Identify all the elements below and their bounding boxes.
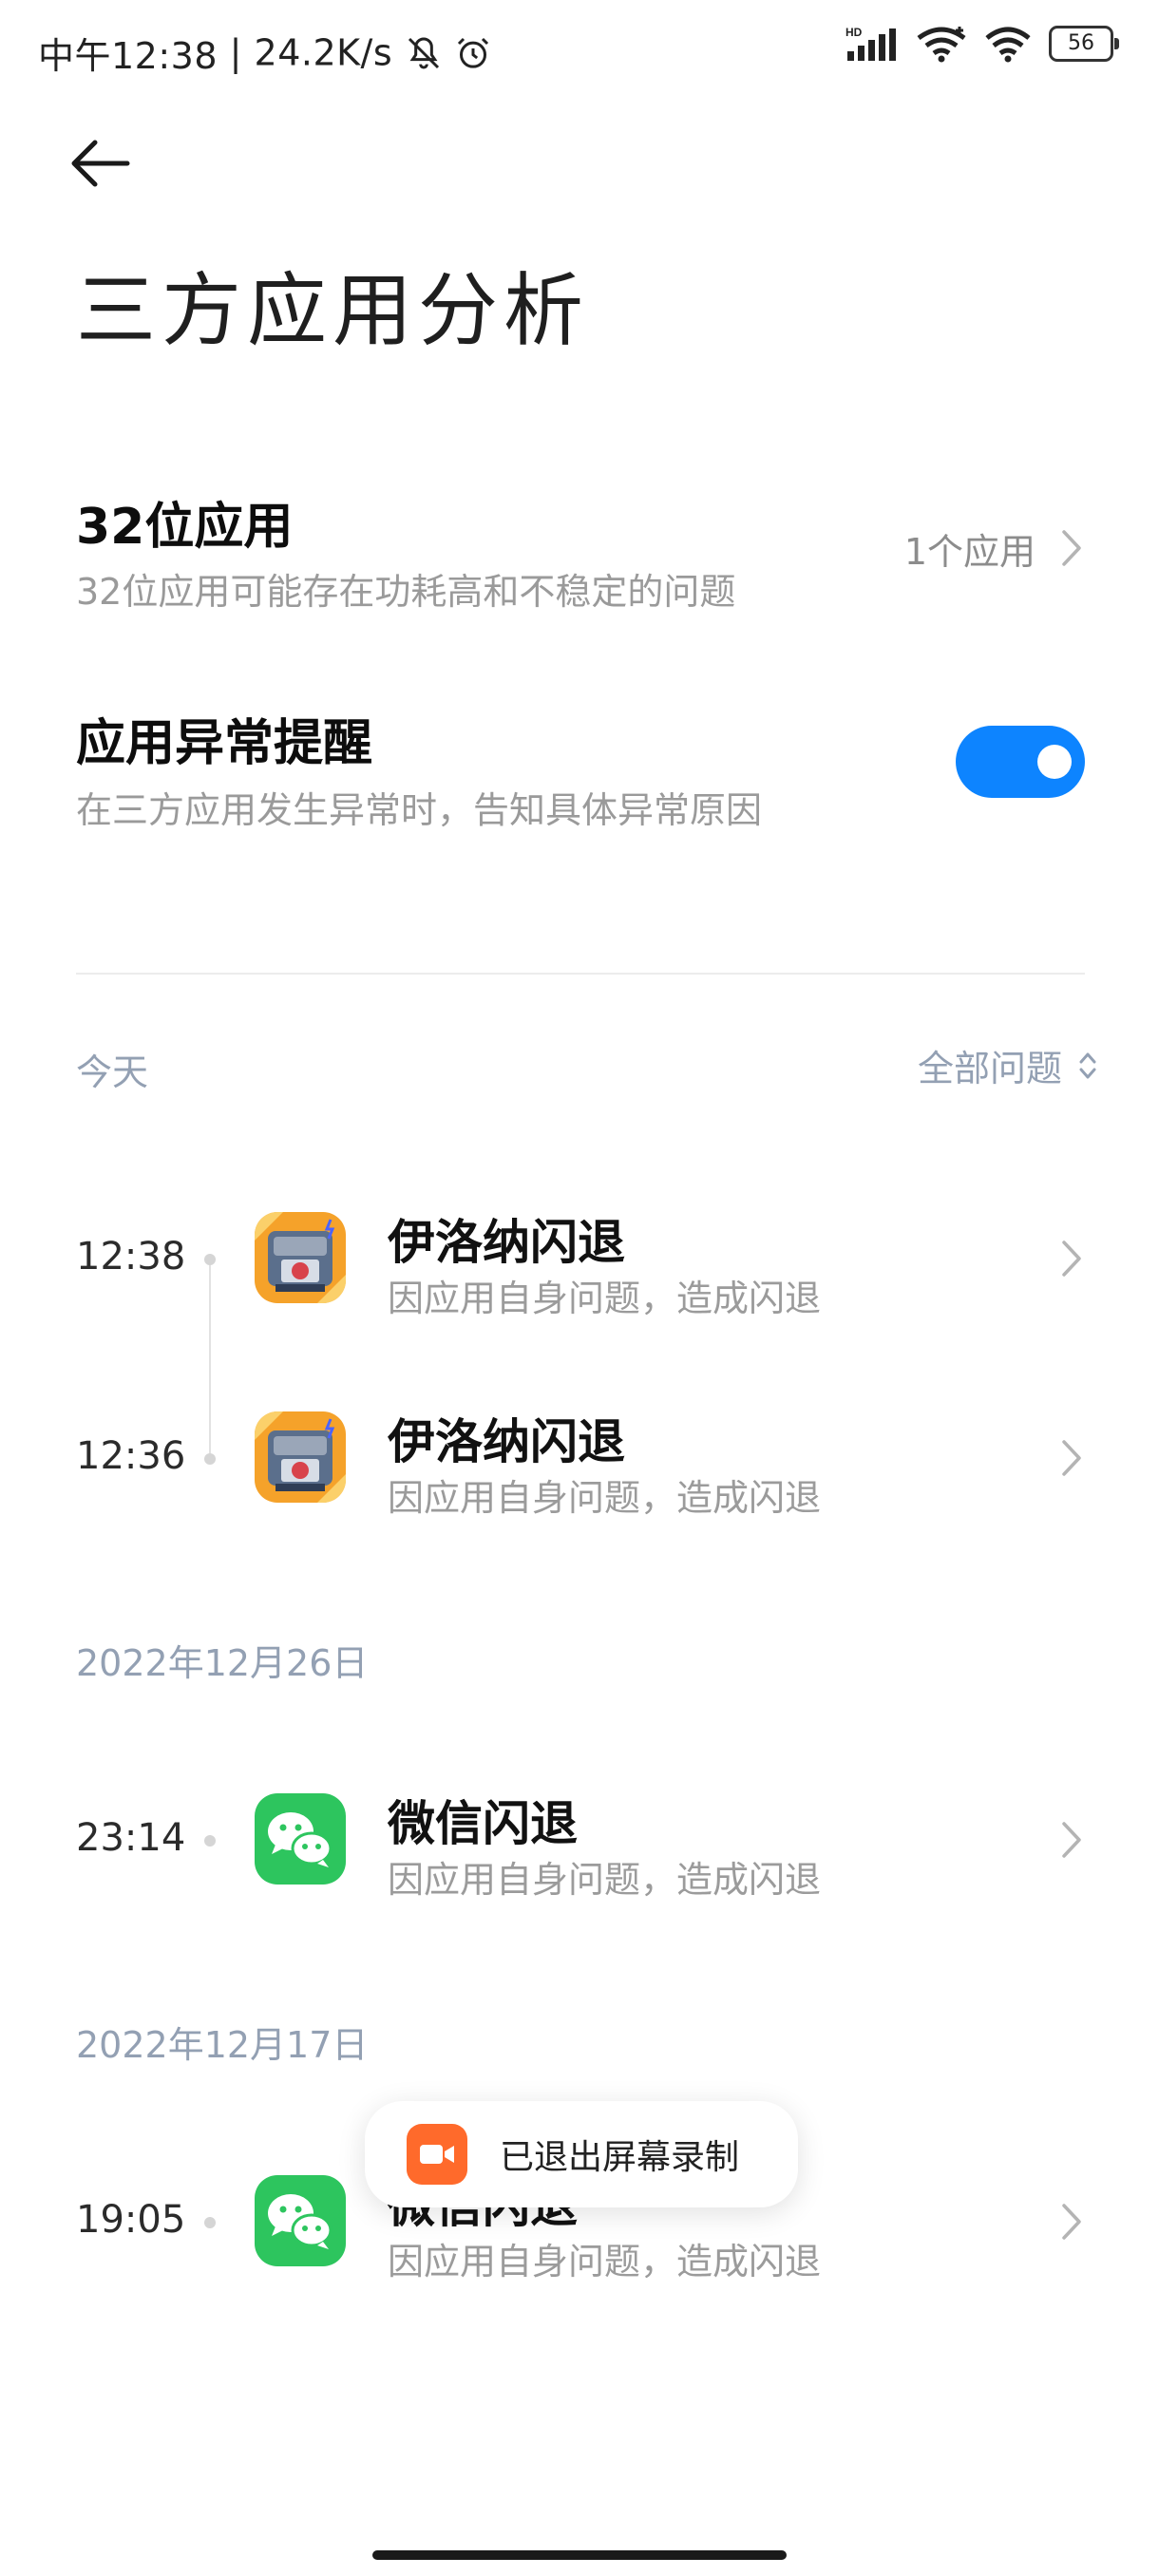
net-speed: 24.2K/s <box>254 31 393 74</box>
battery-icon: 56 <box>1049 26 1119 62</box>
page-title: 三方应用分析 <box>76 264 590 357</box>
date-group-label: 2022年12月26日 <box>76 1642 369 1684</box>
home-indicator[interactable] <box>372 2550 787 2560</box>
timeline-dot <box>204 1453 216 1465</box>
apps-32bit-row[interactable]: 32位应用 32位应用可能存在功耗高和不稳定的问题 1个应用 <box>76 475 1085 627</box>
back-arrow-icon <box>71 140 130 187</box>
back-button[interactable] <box>63 125 139 201</box>
cellular-signal-icon: HD <box>846 26 896 61</box>
chevron-right-icon <box>1062 530 1081 566</box>
filter-label: 全部问题 <box>917 1048 1062 1089</box>
event-time: 23:14 <box>76 1816 186 1860</box>
event-subtitle: 因应用自身问题，造成闪退 <box>388 1278 822 1319</box>
wifi-icon <box>917 27 966 63</box>
anomaly-alert-toggle[interactable] <box>956 726 1085 798</box>
anomaly-alert-title: 应用异常提醒 <box>76 715 373 772</box>
alarm-icon <box>458 37 489 68</box>
event-subtitle: 因应用自身问题，造成闪退 <box>388 1859 822 1901</box>
event-title: 伊洛纳闪退 <box>388 1414 625 1469</box>
iruna-app-icon <box>255 1411 346 1503</box>
filter-dropdown[interactable]: 全部问题 <box>918 1039 1098 1091</box>
event-time: 19:05 <box>76 2198 186 2242</box>
anomaly-alert-subtitle: 在三方应用发生异常时，告知具体异常原因 <box>76 789 763 831</box>
timeline-dot <box>204 1254 216 1265</box>
event-title: 伊洛纳闪退 <box>388 1215 625 1270</box>
wifi-icon <box>985 27 1031 63</box>
apps-32bit-count: 1个应用 <box>903 531 1036 573</box>
event-time: 12:38 <box>76 1235 186 1279</box>
status-separator: | <box>229 31 242 74</box>
list-item[interactable]: 12:36 伊洛纳闪退 因应用自身问题，造成闪退 <box>0 1387 1159 1529</box>
sort-updown-icon <box>1079 1052 1096 1078</box>
iruna-app-icon <box>255 1212 346 1303</box>
status-bar-right: HD 56 <box>846 25 1119 63</box>
wechat-app-icon <box>255 2175 346 2266</box>
network-badge: HD <box>846 26 863 39</box>
section-today-label: 今天 <box>76 1051 149 1093</box>
screen-record-icon <box>407 2124 467 2185</box>
toggle-knob <box>1037 745 1072 779</box>
list-item[interactable]: 12:38 伊洛纳闪退 因应用自身问题，造成闪退 <box>0 1187 1159 1330</box>
event-time: 12:36 <box>76 1434 186 1478</box>
date-group-label: 2022年12月17日 <box>76 2024 369 2066</box>
status-time: 中午12:38 <box>38 35 218 77</box>
apps-32bit-subtitle: 32位应用可能存在功耗高和不稳定的问题 <box>76 571 736 613</box>
event-subtitle: 因应用自身问题，造成闪退 <box>388 1477 822 1519</box>
chevron-right-icon <box>1062 1440 1081 1476</box>
timeline-dot <box>204 1835 216 1847</box>
wechat-app-icon <box>255 1793 346 1885</box>
chevron-right-icon <box>1062 2204 1081 2240</box>
event-title: 微信闪退 <box>388 1796 578 1851</box>
screen-record-toast: 已退出屏幕录制 <box>365 2101 798 2207</box>
apps-32bit-title: 32位应用 <box>76 499 294 556</box>
event-subtitle: 因应用自身问题，造成闪退 <box>388 2241 822 2282</box>
chevron-right-icon <box>1062 1241 1081 1277</box>
chevron-right-icon <box>1062 1822 1081 1858</box>
toast-message: 已退出屏幕录制 <box>500 2138 740 2177</box>
battery-level: 56 <box>1068 31 1094 55</box>
mute-icon <box>408 36 439 68</box>
anomaly-alert-row: 应用异常提醒 在三方应用发生异常时，告知具体异常原因 <box>76 693 931 845</box>
timeline-dot <box>204 2217 216 2228</box>
divider <box>76 973 1085 975</box>
list-item[interactable]: 23:14 微信闪退 因应用自身问题，造成闪退 <box>0 1769 1159 1911</box>
status-bar-left: 中午12:38 | 24.2K/s <box>38 27 492 79</box>
